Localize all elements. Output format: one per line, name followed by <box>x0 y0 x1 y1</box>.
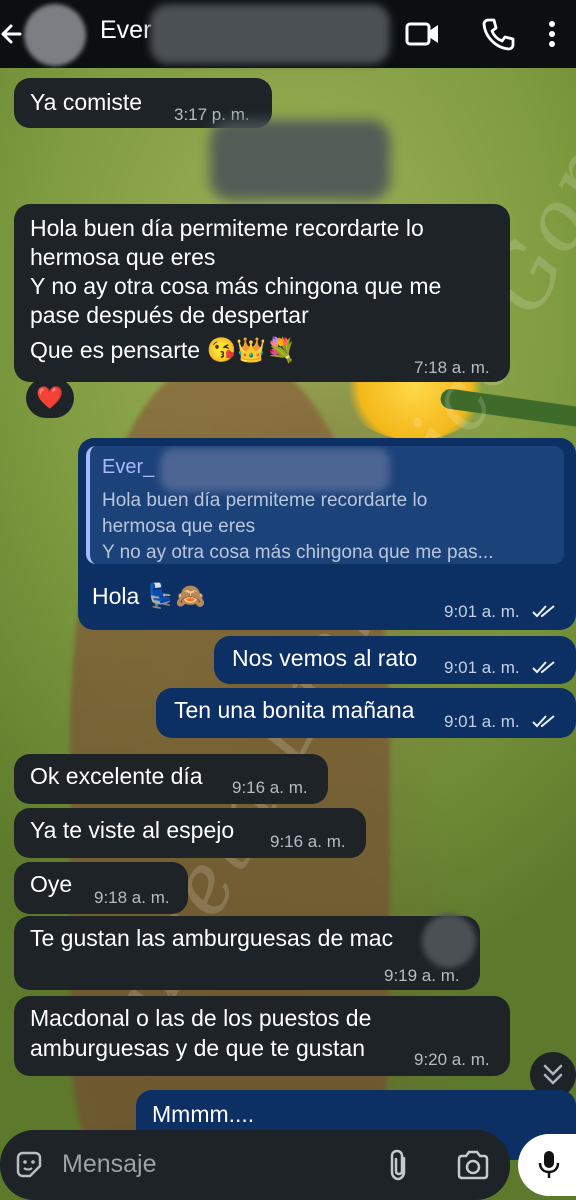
quoted-sender-name: Ever_ <box>102 456 155 478</box>
message-outgoing[interactable]: Ten una bonita mañana 9:01 a. m. <box>156 688 576 738</box>
message-time: 7:18 a. m. <box>414 358 490 377</box>
redacted-name-blur <box>150 4 390 64</box>
message-text: Te gustan las amburguesas de mac <box>30 925 394 951</box>
message-text: Nos vemos al rato <box>232 645 418 671</box>
voice-record-button[interactable] <box>518 1134 576 1196</box>
redacted-blur <box>210 120 390 200</box>
message-time: 9:01 a. m. <box>444 602 520 621</box>
message-incoming[interactable]: Hola buen día permiteme recordarte lo he… <box>14 204 510 382</box>
message-last-line: Que es pensarte <box>30 337 201 363</box>
quoted-reply[interactable]: Ever_ Hola buen día permiteme recordarte… <box>86 446 564 564</box>
message-text: Ya comiste <box>30 89 143 115</box>
message-line: Hola 💺🙈 <box>92 582 205 611</box>
quoted-line: Hola buen día permiteme recordarte lo <box>102 490 428 511</box>
video-call-icon[interactable] <box>402 14 442 54</box>
back-arrow-icon[interactable] <box>0 16 24 52</box>
message-line: Hola buen día permiteme recordarte lo <box>30 215 424 241</box>
message-line: Y no ay otra cosa más chingona que me <box>30 273 442 299</box>
message-incoming[interactable]: Te gustan las amburguesas de mac 9:19 a.… <box>14 914 480 990</box>
more-options-icon[interactable] <box>540 14 564 54</box>
read-receipt-icon <box>532 605 555 618</box>
message-list: Ya comiste 3:17 p. m. Hola buen día perm… <box>0 68 576 1200</box>
message-time: 9:16 a. m. <box>270 832 346 851</box>
sticker-icon[interactable] <box>14 1150 44 1180</box>
message-line: hermosa que eres <box>30 244 216 270</box>
heart-reaction-icon[interactable]: ❤️ <box>26 378 74 418</box>
message-text: Ok excelente día <box>30 763 203 789</box>
message-text: Ya te viste al espejo <box>30 817 235 843</box>
quoted-line: hermosa que eres <box>102 516 256 537</box>
message-input[interactable]: Mensaje <box>62 1150 157 1179</box>
message-line: amburguesas y de que te gustan <box>30 1035 366 1061</box>
quoted-line: Y no ay otra cosa más chingona que me pa… <box>102 542 494 563</box>
message-line: pase después de despertar <box>30 302 309 328</box>
contact-name[interactable]: Ever <box>100 16 151 45</box>
read-receipt-icon <box>532 715 555 728</box>
message-outgoing[interactable]: Ever_ Hola buen día permiteme recordarte… <box>78 438 576 630</box>
message-composer: Mensaje <box>0 1130 510 1200</box>
message-text: Hola <box>92 583 140 609</box>
message-text: Oye <box>30 871 73 897</box>
emoji-kiss-crown-bouquet: 😘👑💐 <box>206 337 297 364</box>
camera-icon[interactable] <box>456 1150 490 1180</box>
message-incoming[interactable]: Ya te viste al espejo 9:16 a. m. <box>14 808 366 858</box>
chat-header: Ever <box>0 0 576 68</box>
message-line: Macdonal o las de los puestos de <box>30 1005 372 1031</box>
redacted-blur <box>160 448 390 492</box>
redacted-blur <box>422 914 476 968</box>
message-time: 9:01 a. m. <box>444 712 520 731</box>
message-outgoing[interactable]: Nos vemos al rato 9:01 a. m. <box>214 636 576 684</box>
contact-avatar[interactable] <box>24 4 86 66</box>
message-time: 9:16 a. m. <box>232 778 308 797</box>
message-time: 9:18 a. m. <box>94 888 170 907</box>
attach-icon[interactable] <box>384 1148 414 1182</box>
microphone-icon <box>538 1151 560 1178</box>
message-time: 9:19 a. m. <box>384 966 460 985</box>
message-incoming[interactable]: Ok excelente día 9:16 a. m. <box>14 754 328 804</box>
message-incoming[interactable]: Oye 9:18 a. m. <box>14 862 188 914</box>
message-time: 9:01 a. m. <box>444 658 520 677</box>
message-text: Ten una bonita mañana <box>174 697 415 723</box>
read-receipt-icon <box>532 661 555 674</box>
message-time: 9:20 a. m. <box>414 1050 490 1069</box>
message-line: Que es pensarte 😘👑💐 <box>30 336 296 365</box>
emoji-seat-monkey: 💺🙈 <box>145 583 206 610</box>
message-incoming[interactable]: Macdonal o las de los puestos de amburgu… <box>14 996 510 1076</box>
phone-call-icon[interactable] <box>478 14 518 54</box>
message-text: Mmmm.... <box>152 1101 255 1127</box>
